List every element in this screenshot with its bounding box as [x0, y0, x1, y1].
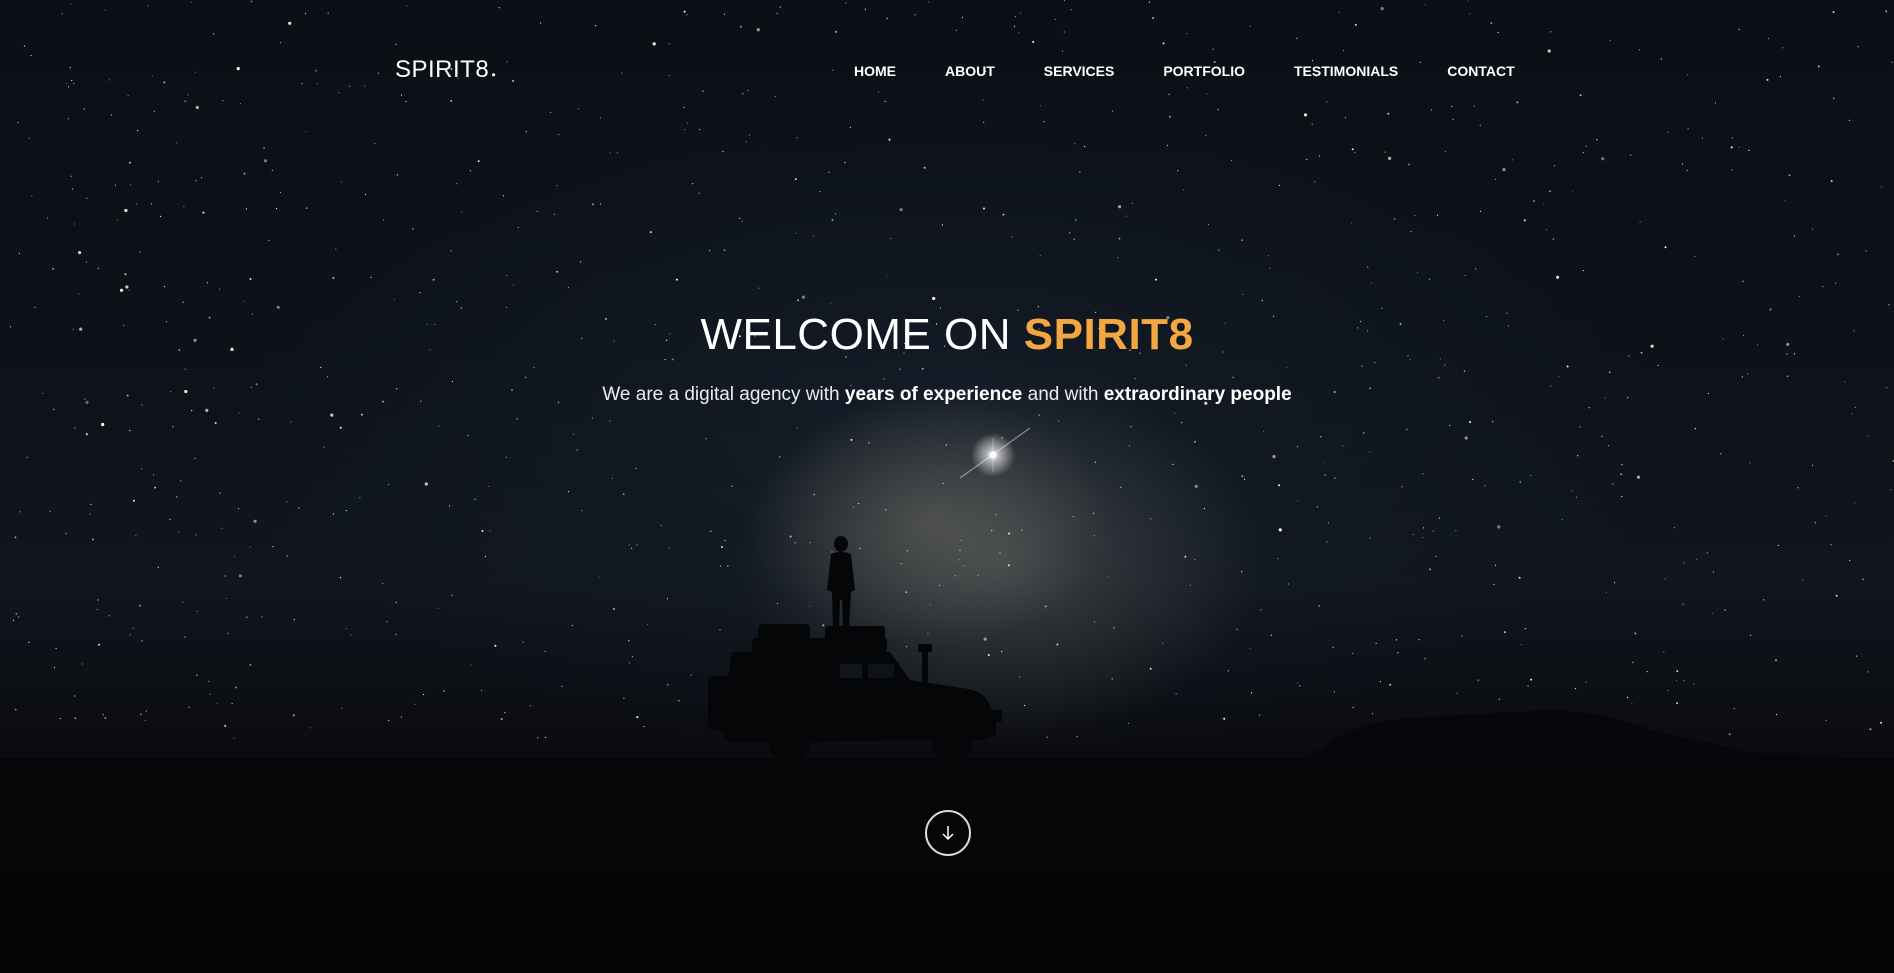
hero-section: SPIRIT8 HOME ABOUT SERVICES PORTFOLIO TE… — [0, 0, 1894, 973]
subheadline-part1: We are a digital agency with — [602, 384, 840, 405]
arrow-down-icon — [942, 826, 954, 841]
subheadline-bold1: years of experience — [844, 384, 1023, 405]
bright-star — [959, 427, 1031, 479]
nav-item-services[interactable]: SERVICES — [1044, 63, 1115, 79]
subheadline-part2: and with — [1027, 384, 1099, 405]
nav-item-about[interactable]: ABOUT — [945, 63, 995, 79]
nav-item-testimonials[interactable]: TESTIMONIALS — [1294, 63, 1398, 79]
main-nav: HOME ABOUT SERVICES PORTFOLIO TESTIMONIA… — [854, 63, 1515, 79]
nav-item-home[interactable]: HOME — [854, 63, 896, 79]
subheadline-bold2: extraordinary people — [1103, 384, 1292, 405]
scroll-down-button[interactable] — [925, 810, 971, 856]
nav-item-contact[interactable]: CONTACT — [1447, 63, 1514, 79]
headline-prefix: WELCOME ON — [700, 310, 1012, 359]
nav-item-portfolio[interactable]: PORTFOLIO — [1163, 63, 1245, 79]
ground — [0, 758, 1894, 973]
headline-accent: SPIRIT8 — [1023, 310, 1194, 359]
hero-subheadline: We are a digital agency with years of ex… — [0, 384, 1894, 406]
top-navbar: SPIRIT8 HOME ABOUT SERVICES PORTFOLIO TE… — [0, 0, 1894, 140]
vehicle-silhouette — [708, 536, 1002, 764]
brand-logo[interactable]: SPIRIT8 — [395, 56, 489, 84]
hero-headline: WELCOME ON SPIRIT8 — [0, 310, 1894, 360]
